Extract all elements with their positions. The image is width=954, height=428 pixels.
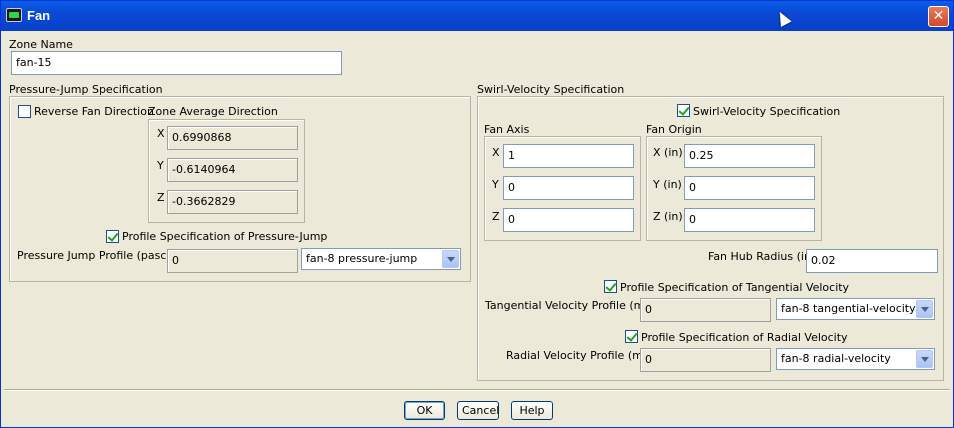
- profile-spec-tangential-label: Profile Specification of Tangential Velo…: [620, 281, 850, 294]
- radial-velocity-profile-select-value: fan-8 radial-velocity: [781, 352, 891, 365]
- fan-origin-x-label: X (in): [653, 146, 683, 159]
- window-title: Fan: [27, 8, 51, 23]
- fan-axis-x-input[interactable]: 1: [503, 144, 634, 168]
- profile-spec-radial-label: Profile Specification of Radial Velocity: [641, 331, 848, 344]
- zone-avg-x-label: X: [157, 127, 165, 140]
- fan-origin-x-input[interactable]: 0.25: [684, 144, 815, 168]
- fan-axis-y-label: Y: [492, 178, 499, 191]
- tangential-velocity-profile-label: Tangential Velocity Profile (m/s): [485, 299, 659, 312]
- ok-button[interactable]: OK: [404, 401, 445, 420]
- profile-spec-tangential-checkbox[interactable]: [604, 280, 617, 293]
- fan-axis-z-label: Z: [492, 210, 500, 223]
- fan-origin-z-label: Z (in): [653, 210, 683, 223]
- close-button[interactable]: ✕: [928, 6, 949, 27]
- profile-spec-pressure-jump-checkbox[interactable]: [106, 230, 119, 243]
- tangential-velocity-profile-select[interactable]: fan-8 tangential-velocity: [776, 298, 935, 320]
- chevron-down-icon[interactable]: [916, 350, 933, 368]
- zone-avg-x-field: 0.6990868: [167, 126, 298, 150]
- swirl-velocity-spec-label: Swirl-Velocity Specification: [693, 105, 841, 118]
- tangential-velocity-profile-select-value: fan-8 tangential-velocity: [781, 302, 916, 315]
- radial-velocity-profile-select[interactable]: fan-8 radial-velocity: [776, 348, 935, 370]
- fan-origin-y-input[interactable]: 0: [684, 176, 815, 200]
- zone-name-input[interactable]: fan-15: [11, 51, 342, 75]
- swirl-velocity-group-label: Swirl-Velocity Specification: [477, 83, 625, 96]
- swirl-velocity-spec-checkbox[interactable]: [677, 104, 690, 117]
- radial-velocity-profile-label: Radial Velocity Profile (m/s): [506, 349, 657, 362]
- fan-axis-z-input[interactable]: 0: [503, 208, 634, 232]
- pressure-jump-profile-field: 0: [167, 249, 298, 273]
- fan-origin-label: Fan Origin: [646, 123, 702, 136]
- button-separator: [4, 389, 950, 391]
- pressure-jump-profile-select-value: fan-8 pressure-jump: [306, 252, 418, 265]
- fan-hub-radius-label: Fan Hub Radius (in): [708, 250, 816, 263]
- profile-spec-radial-checkbox[interactable]: [625, 330, 638, 343]
- pressure-jump-group-label: Pressure-Jump Specification: [9, 83, 163, 96]
- radial-velocity-profile-field: 0: [640, 348, 771, 372]
- zone-average-direction-label: Zone Average Direction: [148, 105, 278, 118]
- fan-axis-y-input[interactable]: 0: [503, 176, 634, 200]
- pressure-jump-profile-select[interactable]: fan-8 pressure-jump: [301, 248, 461, 270]
- help-button[interactable]: Help: [511, 401, 553, 420]
- fan-dialog: Fan ✕ Zone Name fan-15 Pressure-Jump Spe…: [0, 0, 954, 428]
- fan-origin-z-input[interactable]: 0: [684, 208, 815, 232]
- zone-avg-z-label: Z: [157, 191, 165, 204]
- fan-origin-y-label: Y (in): [653, 178, 682, 191]
- title-bar[interactable]: Fan ✕: [1, 1, 953, 31]
- chevron-down-icon[interactable]: [916, 300, 933, 318]
- tangential-velocity-profile-field: 0: [640, 298, 771, 322]
- profile-spec-pressure-jump-label: Profile Specification of Pressure-Jump: [122, 230, 328, 243]
- zone-avg-y-field: -0.6140964: [167, 158, 298, 182]
- zone-name-label: Zone Name: [9, 38, 73, 51]
- zone-avg-y-label: Y: [157, 159, 164, 172]
- fan-hub-radius-input[interactable]: 0.02: [806, 249, 938, 273]
- chevron-down-icon[interactable]: [442, 250, 459, 268]
- app-icon: [6, 8, 22, 22]
- reverse-fan-direction-checkbox[interactable]: [18, 105, 31, 118]
- fan-axis-label: Fan Axis: [484, 123, 530, 136]
- cancel-button[interactable]: Cancel: [457, 401, 499, 420]
- pressure-jump-profile-label: Pressure Jump Profile (pascal): [17, 249, 181, 262]
- fan-axis-x-label: X: [492, 146, 500, 159]
- reverse-fan-direction-label: Reverse Fan Direction: [34, 105, 154, 118]
- zone-avg-z-field: -0.3662829: [167, 190, 298, 214]
